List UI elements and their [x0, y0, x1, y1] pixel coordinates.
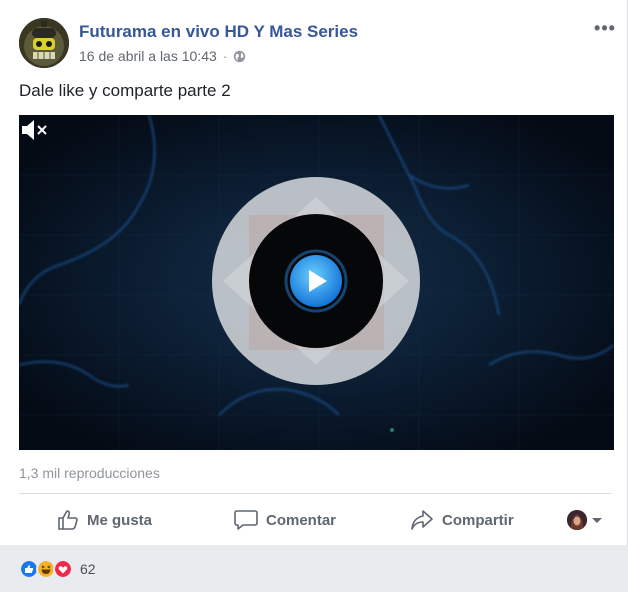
divider — [19, 493, 612, 494]
muted-speaker-icon[interactable] — [19, 115, 49, 145]
post-meta: 16 de abril a las 10:43 · — [79, 48, 246, 64]
comment-button-label: Comentar — [266, 511, 337, 529]
user-avatar — [567, 510, 587, 530]
love-reaction-icon — [53, 559, 73, 579]
view-count[interactable]: 1,3 mil reproducciones — [19, 465, 160, 481]
share-button-label: Compartir — [442, 511, 514, 529]
reaction-count: 62 — [80, 561, 96, 577]
share-arrow-icon — [411, 510, 433, 530]
page-name-link[interactable]: Futurama en vivo HD Y Mas Series — [79, 22, 358, 42]
globe-icon[interactable] — [233, 50, 246, 63]
video-frame — [19, 115, 614, 450]
bender-avatar-image — [19, 18, 69, 68]
post-card: Futurama en vivo HD Y Mas Series 16 de a… — [0, 0, 628, 545]
post-timestamp[interactable]: 16 de abril a las 10:43 — [79, 48, 217, 64]
caret-down-icon — [592, 518, 602, 523]
comment-button[interactable]: Comentar — [234, 505, 336, 535]
meta-separator: · — [222, 48, 228, 64]
share-button[interactable]: Compartir — [410, 505, 514, 535]
post-text: Dale like y comparte parte 2 — [19, 81, 231, 100]
page-avatar[interactable] — [19, 18, 69, 68]
reaction-identity-selector[interactable] — [567, 508, 603, 532]
reactions-summary[interactable]: 62 — [19, 558, 96, 580]
like-button[interactable]: Me gusta — [57, 505, 152, 535]
comment-bubble-icon — [234, 510, 258, 530]
video-player[interactable] — [19, 115, 614, 450]
like-button-label: Me gusta — [87, 511, 153, 529]
thumbs-up-icon — [58, 510, 78, 530]
more-options-icon[interactable]: ••• — [593, 18, 617, 38]
